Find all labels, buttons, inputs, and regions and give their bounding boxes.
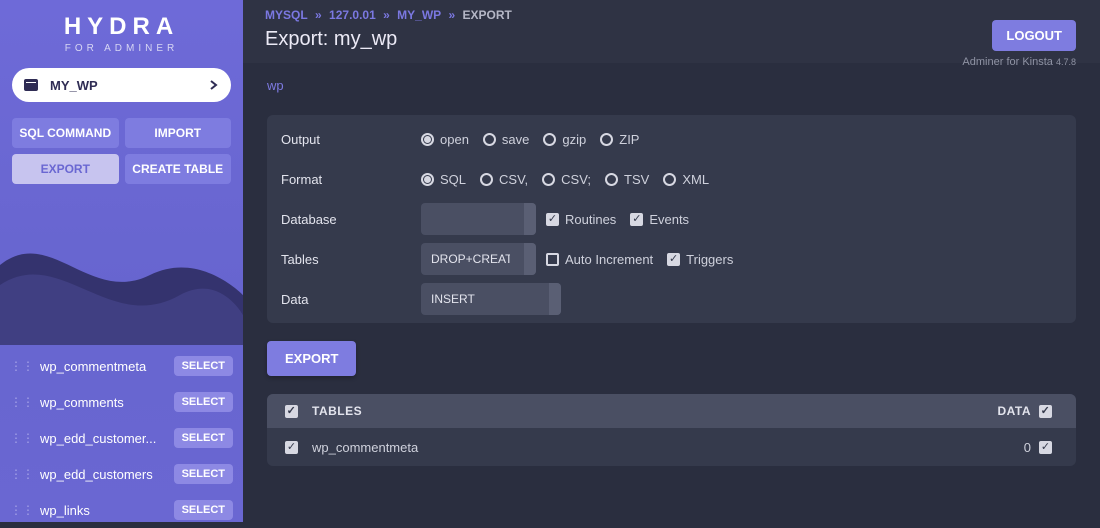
- triggers-checkbox[interactable]: Triggers: [667, 252, 733, 267]
- data-label: Data: [281, 292, 421, 307]
- tables-header-label: TABLES: [312, 404, 362, 418]
- select-button[interactable]: SELECT: [174, 464, 233, 484]
- table-row: wp_commentmeta 0: [267, 428, 1076, 466]
- format-tsv-radio[interactable]: TSV: [605, 172, 649, 187]
- logo: HYDRA FOR ADMINER: [0, 0, 243, 58]
- tables-label: Tables: [281, 252, 421, 267]
- header: MYSQL » 127.0.01 » MY_WP » EXPORT Export…: [243, 0, 1100, 63]
- table-name: wp_edd_customer...: [40, 431, 168, 446]
- routines-checkbox[interactable]: Routines: [546, 212, 616, 227]
- breadcrumb-host[interactable]: 127.0.01: [329, 8, 376, 22]
- data-header-label: DATA: [997, 404, 1031, 418]
- database-icon: [24, 79, 38, 91]
- create-table-button[interactable]: CREATE TABLE: [125, 154, 232, 184]
- table-data-checkbox[interactable]: [1039, 441, 1058, 454]
- export-button[interactable]: EXPORT: [12, 154, 119, 184]
- format-xml-radio[interactable]: XML: [663, 172, 709, 187]
- version-note: Adminer for Kinsta 4.7.8: [962, 56, 1076, 68]
- table-name: wp_links: [40, 503, 168, 518]
- drag-icon: ⋮⋮: [10, 359, 34, 373]
- sidebar-table-row[interactable]: ⋮⋮ wp_edd_customers SELECT: [0, 456, 243, 492]
- table-include-checkbox[interactable]: [285, 441, 304, 454]
- output-zip-radio[interactable]: ZIP: [600, 132, 639, 147]
- breadcrumb-current: EXPORT: [463, 8, 512, 22]
- table-name: wp_comments: [40, 395, 168, 410]
- format-csvcomma-radio[interactable]: CSV,: [480, 172, 528, 187]
- sidebar-button-row: SQL COMMAND IMPORT EXPORT CREATE TABLE: [0, 118, 243, 184]
- output-row: Output open save gzip ZIP: [267, 119, 1076, 159]
- sidebar-table-row[interactable]: ⋮⋮ wp_comments SELECT: [0, 384, 243, 420]
- data-select-all-checkbox[interactable]: [1039, 405, 1058, 418]
- table-row-name: wp_commentmeta: [312, 440, 418, 455]
- export-submit-button[interactable]: EXPORT: [267, 341, 356, 376]
- data-select[interactable]: INSERT: [421, 283, 561, 315]
- breadcrumb-mysql[interactable]: MYSQL: [265, 8, 308, 22]
- sql-command-button[interactable]: SQL COMMAND: [12, 118, 119, 148]
- table-name: wp_commentmeta: [40, 359, 168, 374]
- decorative-wave: [0, 225, 243, 345]
- breadcrumb-sep: »: [449, 8, 456, 22]
- select-button[interactable]: SELECT: [174, 428, 233, 448]
- format-row: Format SQL CSV, CSV; TSV XML: [267, 159, 1076, 199]
- tables-panel: TABLES DATA wp_commentmeta 0: [267, 394, 1076, 466]
- select-button[interactable]: SELECT: [174, 356, 233, 376]
- select-button[interactable]: SELECT: [174, 392, 233, 412]
- events-checkbox[interactable]: Events: [630, 212, 689, 227]
- page-title: Export: my_wp: [265, 28, 1078, 51]
- database-label: Database: [281, 212, 421, 227]
- content: wp Output open save gzip ZIP Format SQL …: [243, 63, 1100, 522]
- database-row: Database Routines Events: [267, 199, 1076, 239]
- sidebar-table-row[interactable]: ⋮⋮ wp_commentmeta SELECT: [0, 348, 243, 384]
- autoincrement-checkbox[interactable]: Auto Increment: [546, 252, 653, 267]
- drag-icon: ⋮⋮: [10, 467, 34, 481]
- export-options-panel: Output open save gzip ZIP Format SQL CSV…: [267, 115, 1076, 323]
- logo-sub: FOR ADMINER: [0, 43, 243, 54]
- breadcrumb-sep: »: [383, 8, 390, 22]
- sidebar: HYDRA FOR ADMINER MY_WP SQL COMMAND IMPO…: [0, 0, 243, 522]
- sidebar-table-row[interactable]: ⋮⋮ wp_edd_customer... SELECT: [0, 420, 243, 456]
- drag-icon: ⋮⋮: [10, 431, 34, 445]
- data-row: Data INSERT: [267, 279, 1076, 319]
- drag-icon: ⋮⋮: [10, 503, 34, 517]
- tables-select[interactable]: DROP+CREATE: [421, 243, 536, 275]
- logo-main: HYDRA: [0, 13, 243, 41]
- database-name: MY_WP: [50, 78, 98, 93]
- tables-panel-header: TABLES DATA: [267, 394, 1076, 428]
- drag-icon: ⋮⋮: [10, 395, 34, 409]
- tables-row: Tables DROP+CREATE Auto Increment Trigge…: [267, 239, 1076, 279]
- output-save-radio[interactable]: save: [483, 132, 529, 147]
- output-gzip-radio[interactable]: gzip: [543, 132, 586, 147]
- database-selector[interactable]: MY_WP: [12, 68, 231, 102]
- tables-select-all-checkbox[interactable]: [285, 405, 304, 418]
- chevron-right-icon: [209, 78, 219, 93]
- breadcrumb-sep: »: [315, 8, 322, 22]
- select-button[interactable]: SELECT: [174, 500, 233, 520]
- import-button[interactable]: IMPORT: [125, 118, 232, 148]
- table-row-count: 0: [1024, 440, 1031, 455]
- table-name: wp_edd_customers: [40, 467, 168, 482]
- database-select[interactable]: [421, 203, 536, 235]
- main: MYSQL » 127.0.01 » MY_WP » EXPORT Export…: [243, 0, 1100, 522]
- breadcrumb-db[interactable]: MY_WP: [397, 8, 441, 22]
- schema-link[interactable]: wp: [267, 78, 284, 93]
- output-label: Output: [281, 132, 421, 147]
- output-open-radio[interactable]: open: [421, 132, 469, 147]
- format-sql-radio[interactable]: SQL: [421, 172, 466, 187]
- sidebar-table-row[interactable]: ⋮⋮ wp_links SELECT: [0, 492, 243, 528]
- format-label: Format: [281, 172, 421, 187]
- breadcrumb: MYSQL » 127.0.01 » MY_WP » EXPORT: [265, 8, 1078, 22]
- sidebar-table-list: ⋮⋮ wp_commentmeta SELECT ⋮⋮ wp_comments …: [0, 348, 243, 528]
- logout-button[interactable]: LOGOUT: [992, 20, 1076, 51]
- format-csvsemi-radio[interactable]: CSV;: [542, 172, 591, 187]
